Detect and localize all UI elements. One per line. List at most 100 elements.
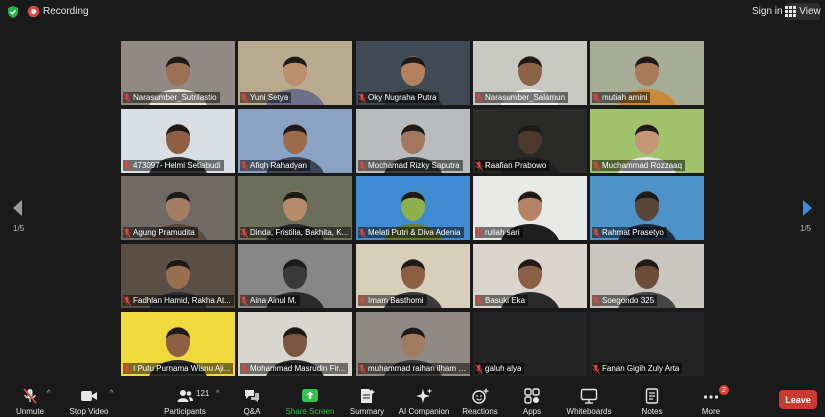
- participant-video-tile[interactable]: Aina Ainul M.: [238, 244, 352, 308]
- microphone-muted-icon: [358, 160, 366, 171]
- apps-icon: [524, 388, 540, 404]
- participant-name-label: Imam Basthomi: [358, 295, 427, 306]
- participant-name: Soegondo 325: [602, 296, 655, 305]
- participant-name: muhammad raihan ilham s...: [368, 364, 468, 373]
- whiteboards-button[interactable]: Whiteboards: [559, 383, 619, 416]
- video-options-chevron-icon[interactable]: ^: [110, 390, 113, 397]
- participant-name: Fadhlan Hamid, Rakha At...: [133, 296, 231, 305]
- participants-label: Participants: [164, 407, 206, 416]
- participant-video-tile[interactable]: mutiah amini: [590, 41, 704, 105]
- participant-name: Narasumber_Salamun: [485, 93, 566, 102]
- microphone-muted-icon: [240, 227, 248, 238]
- ai-companion-label: AI Companion: [398, 407, 450, 416]
- ai-sparkle-icon: [416, 388, 432, 403]
- participant-name: Oky Nugraha Putra: [368, 93, 437, 102]
- participant-name-label: Soegondo 325: [592, 295, 658, 306]
- participant-video-tile[interactable]: Yuni Setya: [238, 41, 352, 105]
- participant-name-label: Muchammad Rozzaaq: [592, 160, 686, 171]
- participant-video-tile[interactable]: Imam Basthomi: [356, 244, 470, 308]
- participant-video-tile[interactable]: Mohammad Masrudin Fir...: [238, 312, 352, 376]
- participant-video-tile[interactable]: I Putu Purnama Wisnu Aji...: [121, 312, 235, 376]
- share-screen-button[interactable]: Share Screen: [280, 383, 340, 416]
- participants-options-chevron-icon[interactable]: ^: [216, 390, 219, 397]
- participant-name-label: Raafian Prabowo: [475, 160, 550, 171]
- participant-video-tile[interactable]: Muchammad Rozzaaq: [590, 109, 704, 173]
- grid-view-icon: [785, 6, 797, 17]
- participant-name: Dinda, Fristilia, Bakhita, K...: [250, 228, 349, 237]
- participants-button[interactable]: Participants: [155, 383, 215, 416]
- participant-video-tile[interactable]: Agung Pramudita: [121, 176, 235, 240]
- participant-video-tile[interactable]: Dinda, Fristilia, Bakhita, K...: [238, 176, 352, 240]
- summary-label: Summary: [349, 407, 385, 416]
- participant-name-label: Fadhlan Hamid, Rakha At...: [123, 295, 234, 306]
- view-button-label: View: [799, 6, 821, 17]
- reactions-button[interactable]: Reactions: [450, 383, 510, 416]
- microphone-muted-icon: [358, 92, 366, 103]
- participant-video-tile[interactable]: Oky Nugraha Putra: [356, 41, 470, 105]
- qa-button[interactable]: Q&A: [222, 383, 282, 416]
- apps-button[interactable]: Apps: [502, 383, 562, 416]
- shield-icon[interactable]: [6, 5, 20, 19]
- microphone-muted-icon: [240, 92, 248, 103]
- participant-name: ruliah sari: [485, 228, 520, 237]
- participant-video-tile[interactable]: Melati Putri & Diva Adenia: [356, 176, 470, 240]
- microphone-muted-icon: [358, 295, 366, 306]
- participant-name-label: 473097- Helmi Setiabudi: [123, 160, 224, 171]
- participant-video-tile[interactable]: muhammad raihan ilham s...: [356, 312, 470, 376]
- sign-in-link[interactable]: Sign in: [752, 6, 783, 17]
- participants-count: 121: [196, 389, 210, 398]
- previous-page-arrow-icon[interactable]: [11, 199, 25, 217]
- qa-icon: [245, 390, 259, 402]
- participant-video-tile[interactable]: Fanan Gigih Zuly Arta: [590, 312, 704, 376]
- participant-name: Imam Basthomi: [368, 296, 424, 305]
- participant-name: Mochamad Rizky Saputra: [368, 161, 460, 170]
- unmute-label: Unmute: [15, 407, 44, 416]
- participant-name-label: ruliah sari: [475, 227, 523, 238]
- participant-video-tile[interactable]: Basuki Eka: [473, 244, 587, 308]
- view-button[interactable]: View: [785, 3, 821, 20]
- video-camera-icon: [81, 391, 97, 401]
- right-page-indicator: 1/5: [800, 224, 812, 233]
- participant-name-label: Melati Putri & Diva Adenia: [358, 227, 464, 238]
- participant-name: Afiqh Rahadyan: [250, 161, 307, 170]
- notes-label: Notes: [641, 407, 663, 416]
- participant-video-tile[interactable]: Narasumber_Salamun: [473, 41, 587, 105]
- participant-video-tile[interactable]: Mochamad Rizky Saputra: [356, 109, 470, 173]
- microphone-muted-icon: [475, 92, 483, 103]
- stop-video-button[interactable]: Stop Video: [59, 383, 119, 416]
- participant-name-label: Rahmat Prasetyo: [592, 227, 667, 238]
- participant-video-tile[interactable]: Rahmat Prasetyo: [590, 176, 704, 240]
- microphone-muted-icon: [358, 227, 366, 238]
- participant-video-tile[interactable]: Narasumber_Sutrilastio: [121, 41, 235, 105]
- meeting-toolbar: Unmute ^ Stop Video ^ Participants 121 ^…: [0, 383, 825, 417]
- more-icon: [703, 395, 719, 399]
- microphone-muted-icon: [358, 363, 366, 374]
- reactions-icon: [472, 388, 489, 404]
- microphone-muted-icon: [592, 295, 600, 306]
- participant-name-label: Agung Pramudita: [123, 227, 198, 238]
- leave-button[interactable]: Leave: [779, 390, 817, 409]
- summary-button[interactable]: Summary: [337, 383, 397, 416]
- participant-video-tile[interactable]: ruliah sari: [473, 176, 587, 240]
- participant-video-tile[interactable]: 473097- Helmi Setiabudi: [121, 109, 235, 173]
- audio-options-chevron-icon[interactable]: ^: [47, 390, 50, 397]
- ai-companion-button[interactable]: AI Companion: [394, 383, 454, 416]
- share-screen-icon: [302, 389, 318, 402]
- stop-video-label: Stop Video: [69, 407, 109, 416]
- participant-video-tile[interactable]: Raafian Prabowo: [473, 109, 587, 173]
- participant-name-label: Narasumber_Salamun: [475, 92, 569, 103]
- microphone-muted-icon: [475, 295, 483, 306]
- participant-video-tile[interactable]: Soegondo 325: [590, 244, 704, 308]
- recording-label[interactable]: Recording: [43, 6, 89, 17]
- next-page-arrow-icon[interactable]: [800, 199, 814, 217]
- participant-video-tile[interactable]: Fadhlan Hamid, Rakha At...: [121, 244, 235, 308]
- notes-button[interactable]: Notes: [622, 383, 682, 416]
- notes-icon: [645, 388, 659, 404]
- participant-name-label: Aina Ainul M.: [240, 295, 300, 306]
- participant-video-tile[interactable]: Afiqh Rahadyan: [238, 109, 352, 173]
- participant-video-tile[interactable]: galuh alya: [473, 312, 587, 376]
- microphone-muted-icon: [240, 160, 248, 171]
- more-button[interactable]: More: [681, 383, 741, 416]
- summary-icon: [361, 389, 375, 403]
- unmute-button[interactable]: Unmute: [0, 383, 60, 416]
